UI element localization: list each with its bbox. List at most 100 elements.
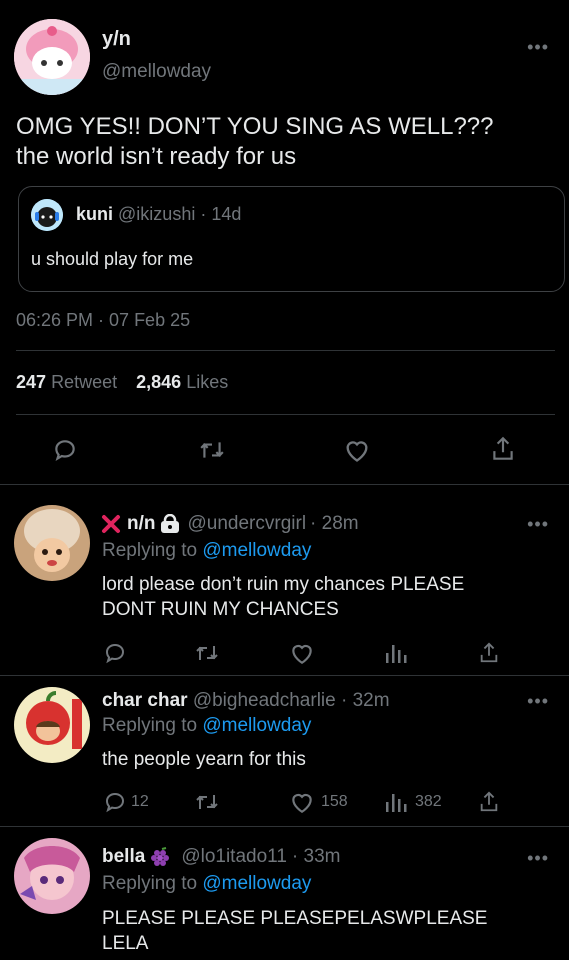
reply-text-line1: lord please don’t ruin my chances PLEASE (102, 574, 465, 595)
reply-handle: @bigheadcharlie (192, 690, 336, 711)
share-button[interactable] (478, 789, 500, 815)
reply-icon (105, 643, 125, 664)
main-tweet-text: OMG YES!! DON’T YOU SING AS WELL??? the … (16, 112, 494, 172)
retweet-button[interactable] (193, 641, 221, 665)
reply-avatar[interactable] (14, 838, 90, 914)
replying-to: Replying to @mellowday (102, 540, 311, 562)
share-icon (480, 791, 498, 812)
cross-icon (102, 515, 120, 533)
replying-to-link[interactable]: @mellowday (202, 540, 311, 561)
reply-header: bella @lo1itado11 · 33m (102, 846, 340, 868)
retweet-icon (196, 795, 218, 809)
retweets-count: 247 (16, 372, 47, 392)
main-text-line2: the world isn’t ready for us (16, 143, 297, 170)
quote-avatar (31, 199, 63, 231)
avatar-image (14, 838, 90, 914)
replying-prefix: Replying to (102, 715, 198, 736)
quote-display-name: kuni (76, 204, 114, 224)
divider (16, 350, 555, 351)
quote-avatar-image (31, 199, 63, 231)
reply-header: char char @bigheadcharlie · 32m (102, 690, 390, 712)
retweet-icon (200, 442, 224, 458)
quote-sep: · (200, 204, 207, 224)
likes-label: Likes (186, 372, 229, 392)
reply-avatar[interactable] (14, 687, 90, 763)
reply-display-name: char char (102, 690, 188, 711)
views-icon (386, 794, 407, 812)
retweet-icon (196, 646, 218, 660)
replying-prefix: Replying to (102, 873, 198, 894)
view-count: 382 (415, 793, 442, 810)
views-button[interactable] (385, 641, 407, 665)
quote-header: kuni @ikizushi · 14d (76, 204, 241, 225)
reply-text-line2: LELA (102, 933, 149, 954)
quote-time: 14d (211, 204, 242, 224)
reply-text: PLEASE PLEASE PLEASEPELASWPLEASE LELA (102, 906, 487, 956)
share-button[interactable] (490, 435, 516, 463)
views-icon (386, 645, 407, 663)
reply-handle: @lo1itado11 (181, 846, 287, 867)
engagement-stats: 247 Retweet 2,846 Likes (16, 372, 228, 393)
grapes-icon (151, 847, 170, 866)
reply-text-line2: DONT RUIN MY CHANCES (102, 599, 339, 620)
reply-icon (105, 792, 125, 813)
reply-button[interactable] (103, 641, 127, 665)
reply-time: · 28m (310, 513, 359, 534)
likes-stat[interactable]: 2,846 Likes (136, 372, 228, 392)
main-handle[interactable]: @mellowday (102, 61, 211, 83)
reply-handle: @undercvrgirl (187, 513, 307, 534)
retweet-button[interactable] (197, 437, 227, 463)
main-avatar[interactable] (14, 19, 90, 95)
reply-button[interactable] (52, 437, 78, 463)
more-icon[interactable]: ••• (527, 849, 549, 867)
reply-header: n/n @undercvrgirl · 28m (101, 513, 359, 535)
share-icon (493, 436, 513, 460)
like-button[interactable] (289, 641, 315, 665)
main-text-line1: OMG YES!! DON’T YOU SING AS WELL??? (16, 113, 494, 140)
avatar-image (14, 687, 90, 763)
like-count: 158 (321, 793, 348, 810)
reply-text: lord please don’t ruin my chances PLEASE… (102, 572, 464, 622)
replying-to-link[interactable]: @mellowday (202, 873, 311, 894)
views-button[interactable]: 382 (385, 790, 442, 814)
replying-to-link[interactable]: @mellowday (202, 715, 311, 736)
avatar-image (14, 505, 90, 581)
like-icon (292, 644, 312, 665)
retweet-button[interactable] (193, 790, 221, 814)
lock-icon (160, 514, 179, 533)
more-icon[interactable]: ••• (527, 692, 549, 710)
share-button[interactable] (478, 640, 500, 666)
quote-handle: @ikizushi (118, 204, 196, 224)
replying-prefix: Replying to (102, 540, 198, 561)
reply-time: · 32m (341, 690, 390, 711)
reply-display-name: bella (102, 846, 146, 867)
more-icon[interactable]: ••• (527, 38, 549, 56)
share-icon (480, 642, 498, 663)
like-button[interactable]: 158 (289, 790, 348, 814)
quote-text: u should play for me (31, 249, 194, 269)
reply-avatar[interactable] (14, 505, 90, 581)
replying-to: Replying to @mellowday (102, 715, 311, 737)
quoted-tweet[interactable]: kuni @ikizushi · 14d u should play for m… (18, 186, 565, 292)
divider (0, 826, 569, 827)
reply-display-name: n/n (127, 513, 156, 534)
main-timestamp: 06:26 PM · 07 Feb 25 (16, 310, 191, 330)
reply-icon (55, 440, 75, 462)
reply-text-line1: the people yearn for this (102, 749, 306, 770)
divider (0, 675, 569, 676)
main-display-name[interactable]: y/n (102, 28, 131, 51)
retweets-label: Retweet (51, 372, 118, 392)
retweets-stat[interactable]: 247 Retweet (16, 372, 122, 392)
likes-count: 2,846 (136, 372, 182, 392)
more-icon[interactable]: ••• (527, 515, 549, 533)
avatar-image (14, 19, 90, 95)
reply-time: · 33m (291, 846, 341, 867)
like-button[interactable] (343, 437, 371, 463)
divider (0, 484, 569, 485)
replying-to: Replying to @mellowday (102, 873, 311, 895)
like-icon (292, 793, 312, 814)
divider (16, 414, 555, 415)
reply-text-line1: PLEASE PLEASE PLEASEPELASWPLEASE (102, 908, 488, 929)
reply-button[interactable]: 12 (103, 790, 149, 814)
like-icon (346, 441, 368, 462)
